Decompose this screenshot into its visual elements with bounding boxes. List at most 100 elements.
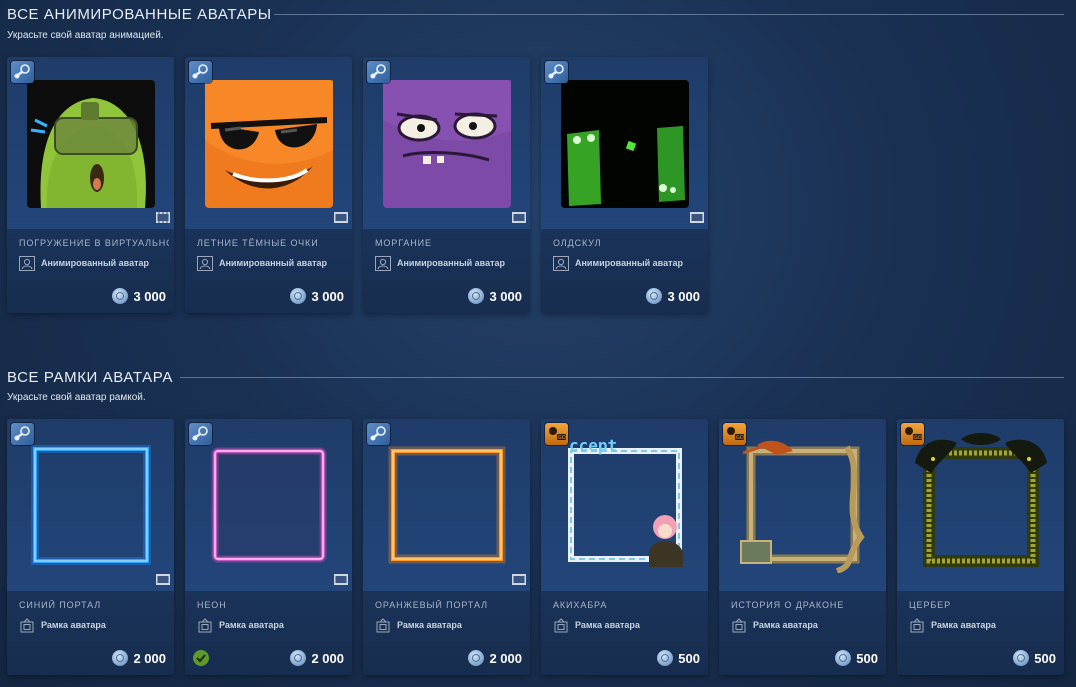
item-card[interactable]: ОЛДСКУЛ Анимированный аватар 3 000 xyxy=(541,57,708,313)
item-type: Рамка аватара xyxy=(41,620,106,630)
item-price: 2 000 xyxy=(311,650,344,666)
item-type: Анимированный аватар xyxy=(41,258,149,268)
section-header: ВСЕ РАМКИ АВАТАРА xyxy=(0,369,1076,391)
points-coin-icon xyxy=(112,288,129,304)
csgo-icon: GO xyxy=(545,423,568,445)
frame-type-icon xyxy=(910,618,924,633)
steam-icon xyxy=(189,423,212,445)
item-price: 2 000 xyxy=(489,650,522,666)
section-header: ВСЕ АНИМИРОВАННЫЕ АВАТАРЫ xyxy=(0,6,1076,28)
blue-portal-frame-art xyxy=(31,445,151,565)
item-card[interactable]: ПОГРУЖЕНИЕ В ВИРТУАЛЬНОС Анимированный а… xyxy=(7,57,174,313)
item-type: Рамка аватара xyxy=(575,620,640,630)
akihabara-frame-art: ccept xyxy=(568,436,683,567)
video-icon xyxy=(512,212,526,223)
item-type: Рамка аватара xyxy=(397,620,462,630)
svg-text:GO: GO xyxy=(558,435,566,441)
price-button[interactable]: 500 xyxy=(657,649,700,667)
owned-check-icon xyxy=(193,650,209,666)
avatar-type-icon xyxy=(197,256,213,271)
item-name[interactable]: ОЛДСКУЛ xyxy=(553,238,703,248)
steam-icon xyxy=(367,423,390,445)
item-price: 500 xyxy=(678,650,700,666)
avatar-type-icon xyxy=(553,256,569,271)
cerberus-frame-art xyxy=(915,433,1047,567)
item-type: Анимированный аватар xyxy=(397,258,505,268)
price-button[interactable]: 3 000 xyxy=(646,287,700,305)
section-title[interactable]: ВСЕ АНИМИРОВАННЫЕ АВАТАРЫ xyxy=(7,6,272,23)
video-icon xyxy=(690,212,704,223)
csgo-icon: GO xyxy=(901,423,924,445)
video-icon xyxy=(334,574,348,585)
points-coin-icon xyxy=(1013,650,1030,666)
item-name[interactable]: МОРГАНИЕ xyxy=(375,238,525,248)
item-name[interactable]: ПОГРУЖЕНИЕ В ВИРТУАЛЬНОС xyxy=(19,238,169,248)
frame-type-icon xyxy=(554,618,568,633)
points-coin-icon xyxy=(290,650,307,666)
video-icon xyxy=(512,574,526,585)
frame-type-icon xyxy=(732,618,746,633)
item-name[interactable]: ИСТОРИЯ О ДРАКОНЕ xyxy=(731,600,881,610)
points-coin-icon xyxy=(657,650,674,666)
section-subtitle: Украсьте свой аватар анимацией. xyxy=(7,30,164,41)
item-card[interactable]: ОРАНЖЕВЫЙ ПОРТАЛ Рамка аватара 2 000 xyxy=(363,419,530,675)
sunglasses-avatar-art xyxy=(205,80,333,208)
steam-icon xyxy=(545,61,568,83)
video-icon xyxy=(334,212,348,223)
csgo-icon: GO xyxy=(723,423,746,445)
item-name[interactable]: НЕОН xyxy=(197,600,347,610)
item-type: Рамка аватара xyxy=(219,620,284,630)
item-name[interactable]: ЛЕТНИЕ ТЁМНЫЕ ОЧКИ xyxy=(197,238,347,248)
price-button[interactable]: 2 000 xyxy=(468,649,522,667)
video-icon xyxy=(156,212,170,223)
points-coin-icon xyxy=(468,288,485,304)
item-name[interactable]: АКИХАБРА xyxy=(553,600,703,610)
item-card[interactable]: GO ЦЕРБЕР Рамка аватара 500 xyxy=(897,419,1064,675)
price-button[interactable]: 3 000 xyxy=(290,287,344,305)
steam-icon xyxy=(189,61,212,83)
neon-frame-art xyxy=(211,447,327,563)
frame-type-icon xyxy=(198,618,212,633)
item-card[interactable]: ЛЕТНИЕ ТЁМНЫЕ ОЧКИ Анимированный аватар … xyxy=(185,57,352,313)
item-price: 500 xyxy=(856,650,878,666)
item-type: Рамка аватара xyxy=(753,620,818,630)
section-subtitle: Украсьте свой аватар рамкой. xyxy=(7,392,146,403)
points-coin-icon xyxy=(290,288,307,304)
section-title[interactable]: ВСЕ РАМКИ АВАТАРА xyxy=(7,369,173,386)
item-name[interactable]: ОРАНЖЕВЫЙ ПОРТАЛ xyxy=(375,600,525,610)
orange-portal-frame-art xyxy=(388,446,506,564)
steam-icon xyxy=(11,423,34,445)
item-price: 2 000 xyxy=(133,650,166,666)
svg-text:GO: GO xyxy=(736,435,744,441)
section-divider xyxy=(180,377,1064,378)
steam-icon xyxy=(11,61,34,83)
item-price: 3 000 xyxy=(311,288,344,304)
points-coin-icon xyxy=(646,288,663,304)
price-button[interactable]: 500 xyxy=(835,649,878,667)
akihabara-frame-text: ccept xyxy=(569,436,617,455)
item-name[interactable]: СИНИЙ ПОРТАЛ xyxy=(19,600,169,610)
price-button[interactable]: 2 000 xyxy=(112,649,166,667)
frame-type-icon xyxy=(376,618,390,633)
item-card[interactable]: GO ИСТОРИЯ О ДРАКОНЕ Рамка аватара 500 xyxy=(719,419,886,675)
price-button[interactable]: 500 xyxy=(1013,649,1056,667)
points-coin-icon xyxy=(112,650,129,666)
item-price: 500 xyxy=(1034,650,1056,666)
animated-avatars-section: ВСЕ АНИМИРОВАННЫЕ АВАТАРЫ Украсьте свой … xyxy=(0,6,1076,316)
svg-text:GO: GO xyxy=(914,435,922,441)
item-price: 3 000 xyxy=(667,288,700,304)
section-divider xyxy=(274,14,1064,15)
blink-avatar-art xyxy=(383,80,511,208)
item-card[interactable]: СИНИЙ ПОРТАЛ Рамка аватара 2 000 xyxy=(7,419,174,675)
item-card[interactable]: МОРГАНИЕ Анимированный аватар 3 000 xyxy=(363,57,530,313)
price-button[interactable]: 3 000 xyxy=(468,287,522,305)
item-price: 3 000 xyxy=(489,288,522,304)
item-type: Анимированный аватар xyxy=(575,258,683,268)
item-card[interactable]: НЕОН Рамка аватара 2 000 xyxy=(185,419,352,675)
price-button[interactable]: 2 000 xyxy=(290,649,344,667)
price-button[interactable]: 3 000 xyxy=(112,287,166,305)
item-card[interactable]: ccept GO АКИХАБРА Рамка аватара 500 xyxy=(541,419,708,675)
video-icon xyxy=(156,574,170,585)
dragon-frame-art xyxy=(740,440,865,573)
item-name[interactable]: ЦЕРБЕР xyxy=(909,600,1059,610)
